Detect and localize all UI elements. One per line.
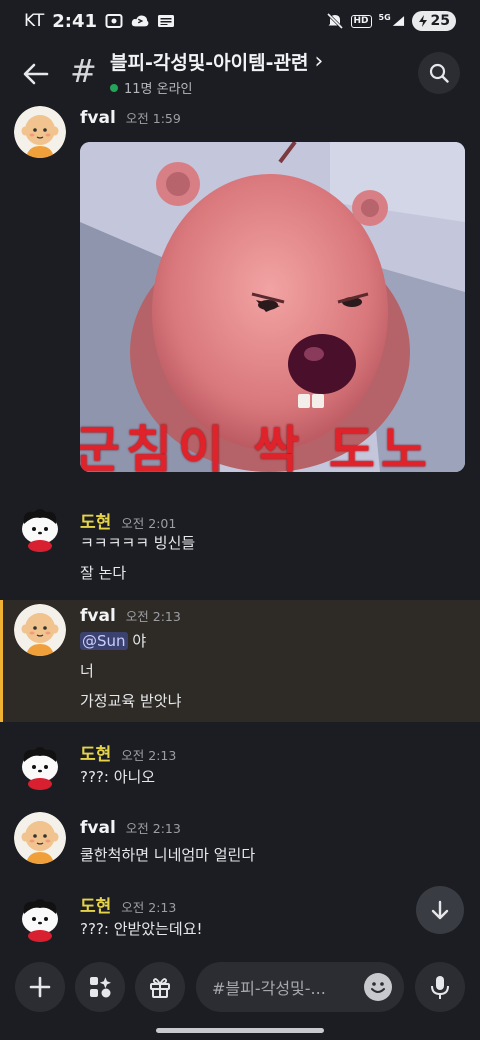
arrow-left-icon: [23, 63, 49, 85]
message-input-placeholder: #블피-각성및-...: [212, 979, 326, 998]
timestamp: 오전 2:01: [121, 516, 177, 531]
battery-icon: [418, 15, 427, 27]
battery-level: 25: [430, 13, 450, 29]
message-text: 너: [80, 662, 94, 680]
message-item-mentioned[interactable]: fval 오전 2:13 @Sun 야 너 가정교육 받앗냐: [0, 600, 480, 722]
apps-icon: [90, 977, 111, 998]
online-count: 11명 온라인: [124, 82, 193, 97]
home-indicator[interactable]: [156, 1028, 324, 1033]
message-item[interactable]: 도현 오전 2:13 ???: 아니오: [0, 734, 480, 800]
battery-indicator: 25: [411, 11, 456, 31]
mute-icon: [326, 12, 344, 30]
author-name[interactable]: fval: [80, 108, 116, 128]
message-text: ???: 아니오: [80, 768, 156, 786]
image-attachment[interactable]: 군침이 싹 도노: [80, 142, 465, 472]
status-bar: KT 2:41 HD 5G 25: [0, 0, 480, 42]
mention-suffix: 야: [127, 632, 147, 650]
avatar[interactable]: [14, 740, 66, 792]
jump-to-latest-button[interactable]: [416, 886, 464, 934]
microphone-icon: [431, 976, 449, 999]
message-text: ???: 안받았는데요!: [80, 920, 203, 938]
message-text: 가정교육 받앗냐: [80, 692, 182, 710]
emoji-button[interactable]: [364, 973, 392, 1001]
composer-bar: #블피-각성및-...: [0, 950, 480, 1040]
message-item[interactable]: fval 오전 1:59 군침이 싹 도노: [0, 104, 480, 484]
gift-button[interactable]: [135, 962, 185, 1012]
arrow-down-icon: [431, 900, 449, 920]
hash-channel-icon: #: [70, 52, 97, 90]
avatar[interactable]: [14, 502, 66, 554]
timestamp: 오전 2:13: [121, 748, 177, 763]
user-mention[interactable]: @Sun: [80, 632, 128, 650]
cloud-icon: [131, 13, 149, 29]
message-text: ㅋㅋㅋㅋㅋ 빙신들: [80, 534, 196, 552]
search-button[interactable]: [418, 52, 460, 94]
hd-voice-badge: HD: [350, 14, 372, 28]
carrier-label: KT: [24, 11, 45, 31]
channel-info[interactable]: 블피-각성및-아이템-관련 › 11명 온라인: [110, 48, 323, 97]
network-type-label: 5G: [378, 13, 391, 22]
message-item[interactable]: fval 오전 2:13 쿨한척하면 니네엄마 얼린다: [0, 810, 480, 876]
plus-icon: [29, 976, 51, 998]
gift-icon: [150, 978, 170, 998]
message-input[interactable]: #블피-각성및-...: [196, 962, 404, 1012]
screen-record-icon: [105, 13, 123, 29]
message-item[interactable]: 도현 오전 2:13 ???: 안받았는데요!: [0, 886, 480, 950]
message-text: 쿨한척하면 니네엄마 얼린다: [80, 846, 256, 864]
author-name[interactable]: fval: [80, 606, 116, 626]
author-name[interactable]: 도현: [80, 740, 111, 765]
add-attachment-button[interactable]: [15, 962, 65, 1012]
avatar[interactable]: [14, 604, 66, 656]
avatar[interactable]: [14, 892, 66, 944]
apps-button[interactable]: [75, 962, 125, 1012]
smiley-icon: [365, 974, 391, 1000]
timestamp: 오전 1:59: [125, 111, 181, 126]
clock: 2:41: [52, 10, 97, 32]
search-icon: [429, 63, 449, 83]
news-icon: [157, 13, 175, 29]
timestamp: 오전 2:13: [121, 900, 177, 915]
timestamp: 오전 2:13: [125, 609, 181, 624]
message-text: @Sun 야: [80, 630, 146, 651]
voice-message-button[interactable]: [415, 962, 465, 1012]
message-item[interactable]: 도현 오전 2:01 ㅋㅋㅋㅋㅋ 빙신들 잘 논다: [0, 496, 480, 588]
signal-icon: 5G: [379, 13, 405, 29]
image-caption: 군침이 싹 도노: [80, 421, 433, 472]
chevron-right-icon: ›: [314, 48, 324, 74]
author-name[interactable]: 도현: [80, 508, 111, 533]
author-name[interactable]: fval: [80, 818, 116, 838]
back-button[interactable]: [18, 56, 54, 92]
author-name[interactable]: 도현: [80, 892, 111, 917]
avatar[interactable]: [14, 812, 66, 864]
timestamp: 오전 2:13: [125, 821, 181, 836]
online-status-dot: [110, 83, 118, 92]
message-text: 잘 논다: [80, 564, 127, 582]
avatar[interactable]: [14, 106, 66, 158]
message-list[interactable]: fval 오전 1:59 군침이 싹 도노 도현 오전 2:01 ㅋㅋㅋㅋㅋ 빙…: [0, 104, 480, 950]
channel-name: 블피-각성및-아이템-관련: [110, 52, 309, 74]
channel-header: # 블피-각성및-아이템-관련 › 11명 온라인: [0, 42, 480, 104]
